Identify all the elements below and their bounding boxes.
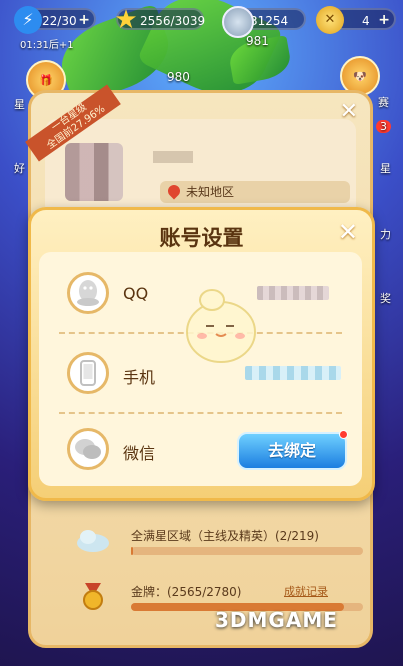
stars-value: 2556/3039 (140, 14, 206, 28)
gem-icon: ✕ (316, 6, 344, 34)
add-gems-icon[interactable]: + (378, 9, 390, 31)
notification-dot (339, 430, 348, 439)
add-energy-icon[interactable]: + (78, 9, 90, 31)
wechat-label: 微信 (123, 444, 156, 463)
coins-pill[interactable]: 31254 (222, 6, 306, 38)
phone-icon (67, 352, 109, 394)
dog-icon: 🐶 (353, 69, 367, 83)
mascot-chick (186, 289, 256, 363)
right-mid-label: 星 (380, 162, 391, 175)
top-status-bar: ⚡ 22/30 + 01:31后+1 ★ 2556/3039 31254 ✕ 4… (0, 0, 403, 52)
watermark-logo: 3DMGAME (215, 608, 338, 632)
achievement-text: 金牌：(2565/2780) (131, 585, 242, 599)
star-icon: ★ (114, 5, 138, 35)
gift-icon: 🎁 (39, 73, 53, 87)
left-mid-label: 好 (14, 162, 25, 175)
qq-icon (67, 272, 109, 314)
right-low-label: 力 (380, 228, 391, 241)
progress-fill (131, 547, 134, 555)
right-top-label: 赛 (378, 96, 389, 109)
region-field: 未知地区 (160, 181, 350, 203)
cloud-icon (77, 530, 109, 552)
left-top-label: 星 (14, 98, 25, 111)
bind-wechat-button[interactable]: 去绑定 (237, 430, 348, 470)
wechat-row: 微信 去绑定 (39, 414, 362, 484)
region-text: 未知地区 (186, 185, 235, 199)
coin-icon (222, 6, 254, 38)
bind-button-label: 去绑定 (267, 441, 316, 460)
lightning-icon: ⚡ (14, 6, 42, 34)
level-number: 980 (167, 70, 190, 84)
medal-icon (83, 583, 103, 610)
qq-label: QQ (123, 284, 149, 303)
achievement-text: 全满星区域（主线及精英）(2/219) (131, 529, 319, 543)
wechat-icon (67, 428, 109, 470)
qq-account-blurred (257, 286, 329, 300)
avatar (65, 143, 123, 201)
location-pin-icon (165, 182, 183, 200)
gems-value: 4 (362, 14, 370, 28)
stars-pill: ★ 2556/3039 (114, 7, 206, 33)
energy-timer: 01:31后+1 (20, 40, 74, 51)
coins-value: 31254 (250, 14, 289, 28)
dialog-title: 账号设置 (159, 226, 244, 250)
progress-bar (131, 547, 363, 555)
close-icon[interactable]: ✕ (338, 218, 358, 246)
profile-close-icon[interactable]: ✕ (340, 99, 358, 124)
notification-badge: 3 (376, 120, 391, 133)
phone-label: 手机 (123, 368, 156, 387)
player-name-blurred (153, 151, 193, 163)
gems-pill[interactable]: ✕ 4 + (316, 6, 396, 34)
energy-pill[interactable]: ⚡ 22/30 + (14, 6, 96, 34)
right-low2-label: 奖 (380, 292, 391, 305)
achievement-record-link[interactable]: 成就记录 (284, 583, 328, 599)
energy-value: 22/30 (42, 14, 77, 28)
